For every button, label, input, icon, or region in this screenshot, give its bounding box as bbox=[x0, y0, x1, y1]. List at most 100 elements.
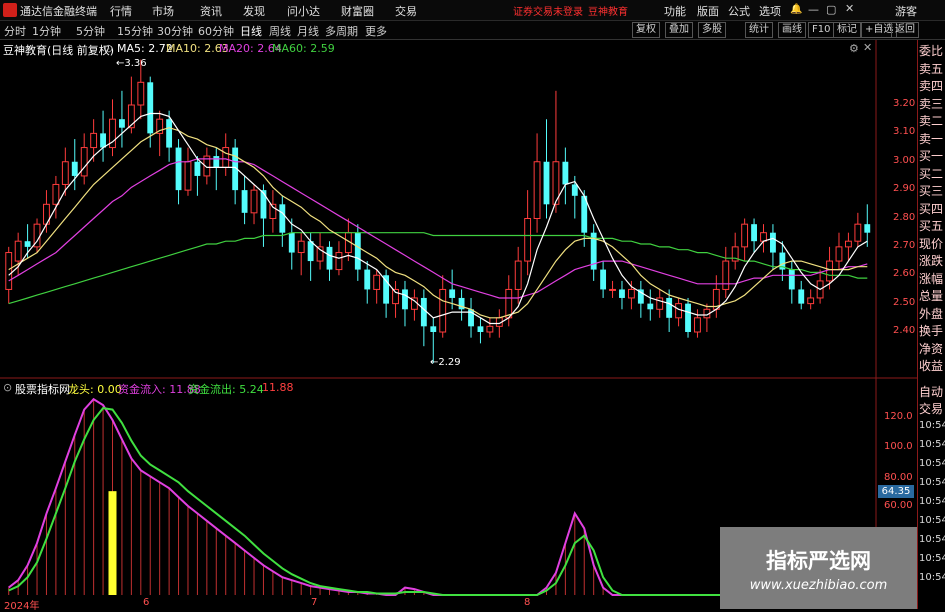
auto-trade-label[interactable]: 交易 bbox=[919, 402, 943, 416]
quote-field-label[interactable]: 卖一 bbox=[919, 132, 943, 146]
candle-body bbox=[430, 326, 437, 332]
multi-stock-button[interactable]: 多股 bbox=[698, 22, 726, 38]
bell-icon[interactable]: 🔔 bbox=[790, 4, 802, 15]
leader-bar bbox=[108, 491, 117, 595]
menu-formula[interactable]: 公式 bbox=[728, 3, 750, 19]
candle-body bbox=[260, 190, 267, 219]
candle-body bbox=[751, 224, 757, 242]
quote-field-label[interactable]: 涨幅 bbox=[919, 272, 943, 286]
menu-item-wealth[interactable]: 财富圈 bbox=[341, 3, 374, 19]
quote-field-label[interactable]: 卖三 bbox=[919, 97, 943, 111]
back-button[interactable]: 返回 bbox=[891, 22, 919, 38]
draw-line-button[interactable]: 画线 bbox=[778, 22, 806, 38]
menu-function[interactable]: 功能 bbox=[664, 3, 686, 19]
chart-settings-icon[interactable]: ⚙ bbox=[849, 42, 859, 55]
tab-60min[interactable]: 60分钟 bbox=[198, 23, 234, 39]
settings-icon[interactable]: ⊙ bbox=[104, 42, 113, 55]
candle-body bbox=[685, 303, 691, 332]
quote-field-label[interactable]: 卖四 bbox=[919, 79, 943, 93]
quote-field-label[interactable]: 委比 bbox=[919, 44, 943, 58]
candle-body bbox=[326, 246, 333, 270]
trade-time: 10:54 bbox=[919, 420, 945, 431]
candle-body bbox=[741, 223, 749, 248]
trade-time: 10:54 bbox=[919, 439, 945, 450]
quote-field-label[interactable]: 买三 bbox=[919, 184, 943, 198]
candle-body bbox=[420, 297, 427, 327]
quote-field-label[interactable]: 买五 bbox=[919, 219, 943, 233]
trade-time: 10:54 bbox=[919, 458, 945, 469]
candle-body bbox=[524, 218, 532, 262]
candle-body bbox=[826, 260, 833, 282]
menu-options[interactable]: 选项 bbox=[759, 3, 781, 19]
indicator-settings-icon[interactable]: ⊙ bbox=[3, 381, 12, 394]
candle-body bbox=[864, 224, 871, 233]
candle-body bbox=[184, 161, 192, 191]
quote-field-label[interactable]: 换手 bbox=[919, 324, 943, 338]
quote-field-label[interactable]: 卖二 bbox=[919, 114, 943, 128]
app-logo-icon bbox=[3, 3, 17, 17]
candle-body bbox=[24, 241, 31, 247]
menu-layout[interactable]: 版面 bbox=[697, 3, 719, 19]
candle-body bbox=[788, 269, 795, 290]
tab-more[interactable]: 更多 bbox=[365, 23, 387, 39]
kline-chart[interactable] bbox=[0, 40, 917, 609]
high-price-label: ←3.36 bbox=[116, 58, 147, 69]
quote-field-label[interactable]: 净资 bbox=[919, 342, 943, 356]
quote-field-label[interactable]: 买二 bbox=[919, 167, 943, 181]
menu-item-trade[interactable]: 交易 bbox=[395, 3, 417, 19]
ma5-legend: MA5: 2.72 bbox=[117, 42, 173, 55]
price-axis-tick: 2.70 bbox=[893, 239, 916, 251]
candle-body bbox=[760, 232, 767, 242]
candle-body bbox=[222, 147, 230, 168]
menu-item-ask[interactable]: 问小达 bbox=[287, 3, 320, 19]
quote-field-label[interactable]: 买四 bbox=[919, 202, 943, 216]
tab-weekly[interactable]: 周线 bbox=[269, 23, 291, 39]
quote-field-label[interactable]: 收益 bbox=[919, 359, 943, 373]
quote-field-label[interactable]: 买一 bbox=[919, 149, 943, 163]
tab-timeshare[interactable]: 分时 bbox=[4, 23, 26, 39]
quote-field-label[interactable]: 现价 bbox=[919, 237, 943, 251]
candle-body bbox=[562, 161, 569, 185]
tab-multi-period[interactable]: 多周期 bbox=[325, 23, 358, 39]
trade-time: 10:54 bbox=[919, 553, 945, 564]
tab-monthly[interactable]: 月线 bbox=[297, 23, 319, 39]
candle-body bbox=[241, 190, 248, 213]
tab-30min[interactable]: 30分钟 bbox=[157, 23, 193, 39]
login-notice[interactable]: 证券交易未登录 bbox=[513, 3, 583, 18]
quote-field-label[interactable]: 总量 bbox=[919, 289, 943, 303]
candle-body bbox=[694, 317, 701, 333]
menu-item-discover[interactable]: 发现 bbox=[243, 3, 265, 19]
quote-field-label[interactable]: 涨跌 bbox=[919, 254, 943, 268]
period-toolbar: 分时 1分钟 5分钟 15分钟 30分钟 60分钟 日线 周线 月线 多周期 更… bbox=[0, 21, 945, 40]
tab-1min[interactable]: 1分钟 bbox=[32, 23, 61, 39]
menu-item-news[interactable]: 资讯 bbox=[200, 3, 222, 19]
guest-label[interactable]: 游客 bbox=[895, 3, 917, 19]
tab-daily[interactable]: 日线 bbox=[240, 23, 262, 39]
candle-body bbox=[137, 81, 145, 106]
candle-body bbox=[600, 269, 607, 290]
statistics-button[interactable]: 统计 bbox=[745, 22, 773, 38]
close-icon[interactable]: ✕ bbox=[845, 2, 854, 15]
f10-button[interactable]: F10 bbox=[808, 22, 835, 38]
trade-time: 10:54 bbox=[919, 572, 945, 583]
maximize-icon[interactable]: ▢ bbox=[826, 3, 836, 16]
chart-close-icon[interactable]: ✕ bbox=[863, 41, 872, 54]
auto-trade-label[interactable]: 自动 bbox=[919, 385, 943, 399]
menu-item-quotes[interactable]: 行情 bbox=[110, 3, 132, 19]
candle-body bbox=[449, 289, 456, 298]
candle-body bbox=[477, 326, 484, 332]
quote-field-label[interactable]: 卖五 bbox=[919, 62, 943, 76]
menu-item-market[interactable]: 市场 bbox=[152, 3, 174, 19]
mark-button[interactable]: 标记 bbox=[833, 22, 861, 38]
restore-rights-button[interactable]: 复权 bbox=[632, 22, 660, 38]
tab-15min[interactable]: 15分钟 bbox=[117, 23, 153, 39]
overlay-button[interactable]: 叠加 bbox=[665, 22, 693, 38]
quote-field-label[interactable]: 外盘 bbox=[919, 307, 943, 321]
indicator-value: 11.88 bbox=[262, 381, 294, 394]
tab-5min[interactable]: 5分钟 bbox=[76, 23, 105, 39]
minimize-icon[interactable]: — bbox=[808, 3, 819, 16]
candle-body bbox=[533, 161, 541, 219]
stock-label: 豆神教育(日线 前复权) bbox=[3, 44, 115, 57]
candle-body bbox=[307, 241, 314, 262]
candle-body bbox=[14, 240, 22, 262]
